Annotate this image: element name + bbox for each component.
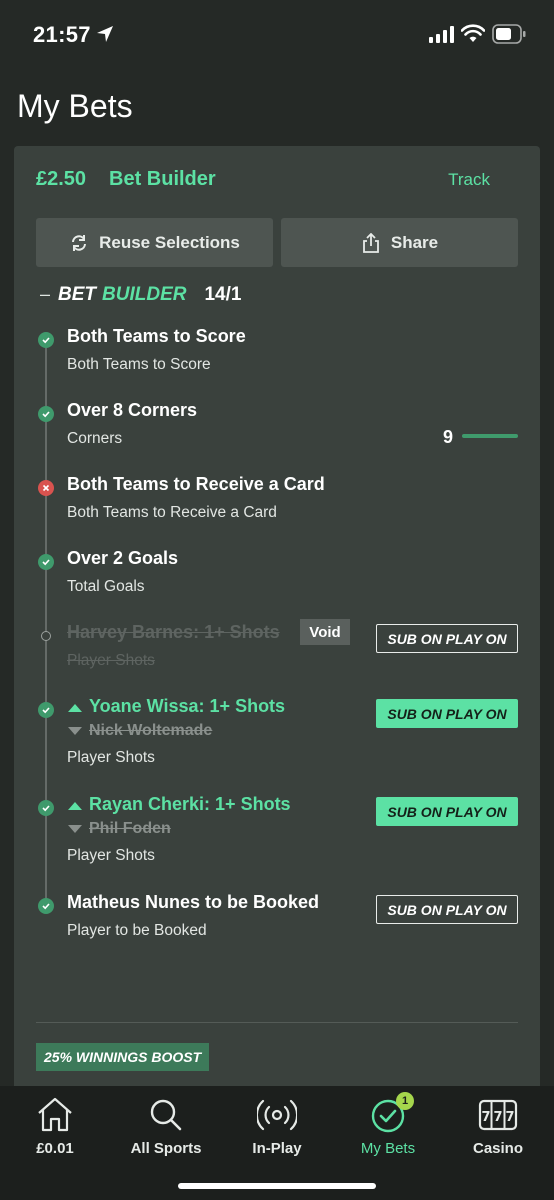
slot-machine-icon: 7 7 7 — [478, 1099, 518, 1131]
app-screen: 21:57 My Bets £2.50 Bet Builder Track Re… — [0, 0, 554, 1200]
location-arrow-icon — [97, 26, 113, 42]
nav-label: Casino — [472, 1140, 523, 1157]
substitute-in-name: Rayan Cherki: 1+ Shots — [89, 794, 291, 814]
svg-text:7: 7 — [481, 1110, 490, 1125]
bet-odds: 14/1 — [204, 284, 242, 305]
reuse-selections-label: Reuse Selections — [99, 232, 240, 252]
sub-on-play-on-badge: SUB ON PLAY ON — [376, 797, 518, 826]
substituted-out: Phil Foden — [67, 820, 171, 838]
nav-item-casino[interactable]: 7 7 7 Casino — [448, 1096, 548, 1157]
selection-title: Over 2 Goals — [67, 548, 179, 568]
substitute-in-arrow-icon — [68, 802, 82, 811]
nav-item-all-sports[interactable]: All Sports — [116, 1096, 216, 1157]
win-check-icon — [38, 332, 54, 348]
substitute-in-arrow-icon — [68, 704, 82, 713]
selection-title: Rayan Cherki: 1+ Shots — [67, 794, 291, 815]
status-bar: 21:57 — [0, 0, 554, 72]
sub-on-play-on-badge: SUB ON PLAY ON — [376, 624, 518, 653]
winnings-boost-badge: 25% WINNINGS BOOST — [36, 1043, 210, 1071]
refresh-icon — [72, 234, 87, 251]
battery-icon — [492, 24, 526, 44]
substitute-out-name: Nick Woltemade — [89, 722, 213, 739]
nav-label: All Sports — [130, 1140, 202, 1157]
selection-market: Player Shots — [67, 847, 155, 864]
search-icon — [150, 1099, 182, 1131]
selection-title: Matheus Nunes to be Booked — [67, 892, 320, 912]
collapse-icon: – — [40, 284, 51, 304]
selection-title: Over 8 Corners — [67, 400, 198, 420]
sub-on-play-on-badge: SUB ON PLAY ON — [376, 895, 518, 924]
sub-on-play-on-badge: SUB ON PLAY ON — [376, 699, 518, 728]
bet-builder-header[interactable]: – BET BUILDER 14/1 — [40, 284, 241, 306]
progress-count: 9 — [443, 427, 454, 447]
bet-builder-label-2: BUILDER — [102, 284, 187, 305]
broadcast-icon — [257, 1099, 297, 1131]
win-check-icon — [38, 702, 54, 718]
lose-cross-icon — [38, 480, 54, 496]
selection-market: Total Goals — [67, 578, 145, 595]
substitute-in-name: Yoane Wissa: 1+ Shots — [89, 696, 286, 716]
win-check-icon — [38, 554, 54, 570]
nav-label: £0.01 — [36, 1140, 74, 1157]
bet-type: Bet Builder — [109, 168, 216, 190]
selection-title: Harvey Barnes: 1+ Shots — [67, 622, 280, 642]
share-label: Share — [390, 232, 439, 252]
bet-card: £2.50 Bet Builder Track Reuse Selections… — [14, 146, 540, 1096]
svg-text:7: 7 — [493, 1110, 502, 1125]
win-check-icon — [38, 406, 54, 422]
win-check-icon — [38, 898, 54, 914]
void-status-icon — [41, 631, 51, 641]
substitute-out-arrow-icon — [68, 824, 82, 833]
selection-market: Player to be Booked — [67, 922, 207, 939]
reuse-selections-button[interactable]: Reuse Selections — [36, 218, 273, 267]
progress-bar — [462, 434, 518, 438]
selection-market: Corners — [67, 430, 123, 447]
selection-title: Both Teams to Score — [67, 326, 246, 346]
bet-stake: £2.50 — [36, 168, 87, 190]
bet-builder-label-1: BET — [58, 284, 97, 305]
nav-label: My Bets — [360, 1140, 416, 1157]
home-icon — [38, 1097, 72, 1132]
selection-title: Yoane Wissa: 1+ Shots — [67, 696, 285, 717]
selection-market: Player Shots — [67, 749, 155, 766]
divider — [36, 1022, 518, 1023]
share-icon — [362, 232, 379, 253]
nav-item-in-play[interactable]: In-Play — [227, 1096, 327, 1157]
nav-item-home[interactable]: £0.01 — [5, 1096, 105, 1157]
nav-item-my-bets[interactable]: 1 My Bets — [338, 1092, 438, 1157]
page-title: My Bets — [17, 88, 133, 124]
substitute-out-arrow-icon — [68, 726, 82, 735]
win-check-icon — [38, 800, 54, 816]
status-time: 21:57 — [33, 22, 91, 47]
wifi-icon — [461, 24, 485, 42]
substituted-out: Nick Woltemade — [67, 722, 212, 740]
home-indicator[interactable] — [178, 1183, 376, 1189]
svg-text:7: 7 — [505, 1110, 514, 1125]
nav-label: In-Play — [252, 1140, 302, 1157]
selection-market: Player Shots — [67, 652, 155, 669]
my-bets-count-badge: 1 — [396, 1092, 414, 1110]
substitute-out-name: Phil Foden — [89, 820, 171, 837]
track-link[interactable]: Track — [448, 170, 490, 190]
void-badge: Void — [300, 619, 350, 645]
share-button[interactable]: Share — [281, 218, 518, 267]
selection-title: Both Teams to Receive a Card — [67, 474, 325, 494]
selection-market: Both Teams to Score — [67, 356, 211, 373]
cellular-signal-icon — [429, 26, 454, 43]
selection-market: Both Teams to Receive a Card — [67, 504, 277, 521]
